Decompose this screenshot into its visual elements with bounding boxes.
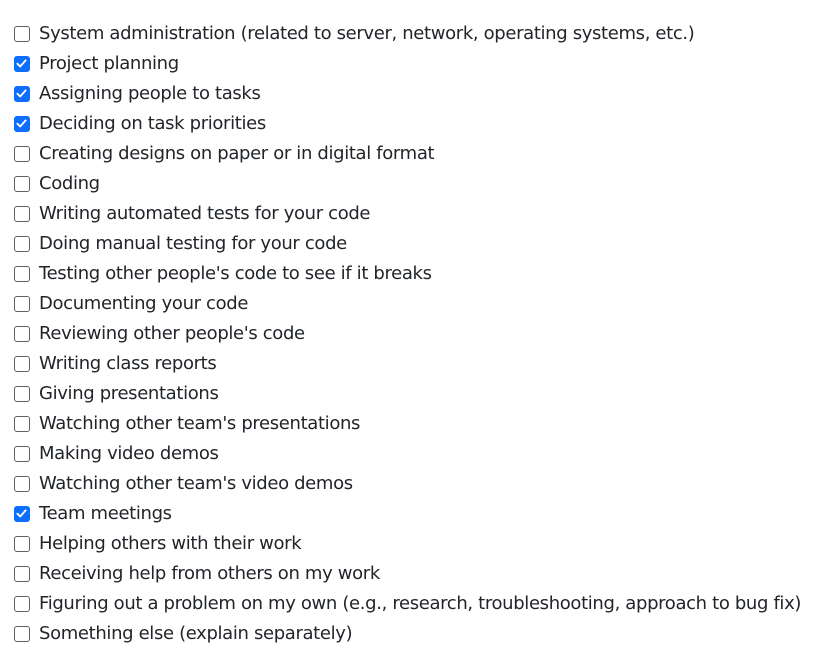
option-label: Helping others with their work bbox=[39, 533, 302, 554]
option-figuring-out-problem[interactable]: Figuring out a problem on my own (e.g., … bbox=[14, 589, 801, 619]
checkbox[interactable] bbox=[14, 116, 30, 132]
checkbox[interactable] bbox=[14, 206, 30, 222]
checkbox[interactable] bbox=[14, 626, 30, 642]
option-watching-presentations[interactable]: Watching other team's presentations bbox=[14, 409, 801, 439]
checkbox[interactable] bbox=[14, 386, 30, 402]
option-label: Writing automated tests for your code bbox=[39, 203, 371, 224]
option-label: Watching other team's presentations bbox=[39, 413, 361, 434]
option-creating-designs[interactable]: Creating designs on paper or in digital … bbox=[14, 139, 801, 169]
checkbox-list: System administration (related to server… bbox=[14, 19, 801, 649]
option-label: Writing class reports bbox=[39, 353, 217, 374]
checkbox[interactable] bbox=[14, 296, 30, 312]
checkmark-icon bbox=[16, 59, 27, 68]
option-team-meetings[interactable]: Team meetings bbox=[14, 499, 801, 529]
option-label: Team meetings bbox=[39, 503, 172, 524]
option-label: Giving presentations bbox=[39, 383, 219, 404]
checkmark-icon bbox=[16, 89, 27, 98]
option-giving-presentations[interactable]: Giving presentations bbox=[14, 379, 801, 409]
option-coding[interactable]: Coding bbox=[14, 169, 801, 199]
option-label: Coding bbox=[39, 173, 100, 194]
option-something-else[interactable]: Something else (explain separately) bbox=[14, 619, 801, 649]
option-label: Reviewing other people's code bbox=[39, 323, 305, 344]
option-reviewing-code[interactable]: Reviewing other people's code bbox=[14, 319, 801, 349]
option-task-priorities[interactable]: Deciding on task priorities bbox=[14, 109, 801, 139]
option-label: Something else (explain separately) bbox=[39, 623, 353, 644]
checkbox[interactable] bbox=[14, 26, 30, 42]
option-label: Testing other people's code to see if it… bbox=[39, 263, 432, 284]
option-label: Receiving help from others on my work bbox=[39, 563, 380, 584]
option-label: Creating designs on paper or in digital … bbox=[39, 143, 435, 164]
checkmark-icon bbox=[16, 119, 27, 128]
option-manual-testing[interactable]: Doing manual testing for your code bbox=[14, 229, 801, 259]
option-making-video-demos[interactable]: Making video demos bbox=[14, 439, 801, 469]
option-label: Doing manual testing for your code bbox=[39, 233, 347, 254]
checkbox[interactable] bbox=[14, 446, 30, 462]
checkbox[interactable] bbox=[14, 476, 30, 492]
checkbox[interactable] bbox=[14, 86, 30, 102]
option-label: Deciding on task priorities bbox=[39, 113, 266, 134]
checkbox[interactable] bbox=[14, 566, 30, 582]
option-label: Figuring out a problem on my own (e.g., … bbox=[39, 593, 802, 614]
option-label: Assigning people to tasks bbox=[39, 83, 261, 104]
checkbox[interactable] bbox=[14, 236, 30, 252]
option-class-reports[interactable]: Writing class reports bbox=[14, 349, 801, 379]
checkbox[interactable] bbox=[14, 326, 30, 342]
checkbox[interactable] bbox=[14, 536, 30, 552]
checkmark-icon bbox=[16, 509, 27, 518]
checkbox[interactable] bbox=[14, 416, 30, 432]
option-watching-video-demos[interactable]: Watching other team's video demos bbox=[14, 469, 801, 499]
checkbox[interactable] bbox=[14, 266, 30, 282]
checkbox[interactable] bbox=[14, 146, 30, 162]
option-label: System administration (related to server… bbox=[39, 23, 695, 44]
checkbox[interactable] bbox=[14, 596, 30, 612]
option-label: Documenting your code bbox=[39, 293, 249, 314]
option-label: Making video demos bbox=[39, 443, 219, 464]
option-automated-tests[interactable]: Writing automated tests for your code bbox=[14, 199, 801, 229]
option-testing-others-code[interactable]: Testing other people's code to see if it… bbox=[14, 259, 801, 289]
option-helping-others[interactable]: Helping others with their work bbox=[14, 529, 801, 559]
checkbox[interactable] bbox=[14, 356, 30, 372]
option-label: Project planning bbox=[39, 53, 179, 74]
option-receiving-help[interactable]: Receiving help from others on my work bbox=[14, 559, 801, 589]
option-assigning-people[interactable]: Assigning people to tasks bbox=[14, 79, 801, 109]
checkbox[interactable] bbox=[14, 56, 30, 72]
checkbox[interactable] bbox=[14, 506, 30, 522]
option-documenting-code[interactable]: Documenting your code bbox=[14, 289, 801, 319]
option-label: Watching other team's video demos bbox=[39, 473, 353, 494]
option-project-planning[interactable]: Project planning bbox=[14, 49, 801, 79]
option-system-administration[interactable]: System administration (related to server… bbox=[14, 19, 801, 49]
checkbox[interactable] bbox=[14, 176, 30, 192]
